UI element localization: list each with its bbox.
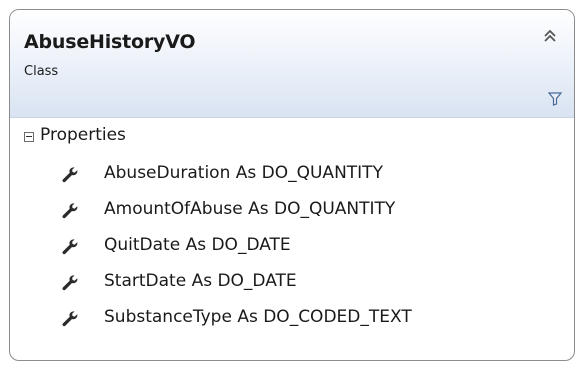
wrench-icon [62,311,78,327]
property-item[interactable]: StartDate As DO_DATE [10,271,574,307]
property-label: StartDate As DO_DATE [104,271,297,291]
double-chevron-up-icon[interactable] [542,28,558,44]
class-name: AbuseHistoryVO [24,31,196,53]
wrench-icon [62,239,78,255]
section-label: Properties [40,125,126,145]
class-shape[interactable]: AbuseHistoryVO Class Properties AbuseDur… [9,9,575,361]
property-item[interactable]: AbuseDuration As DO_QUANTITY [10,163,574,199]
class-header: AbuseHistoryVO Class [10,10,574,118]
property-item[interactable]: SubstanceType As DO_CODED_TEXT [10,307,574,343]
wrench-icon [62,167,78,183]
property-label: QuitDate As DO_DATE [104,235,291,255]
filter-icon[interactable] [548,92,562,106]
property-label: AmountOfAbuse As DO_QUANTITY [104,199,396,219]
property-item[interactable]: AmountOfAbuse As DO_QUANTITY [10,199,574,235]
wrench-icon [62,203,78,219]
property-label: AbuseDuration As DO_QUANTITY [104,163,383,183]
minus-box-icon[interactable] [24,132,34,142]
properties-section: Properties AbuseDuration As DO_QUANTITY … [10,118,574,327]
properties-section-header[interactable]: Properties [10,125,574,157]
wrench-icon [62,275,78,291]
property-item[interactable]: QuitDate As DO_DATE [10,235,574,271]
class-stereotype: Class [24,64,59,79]
property-label: SubstanceType As DO_CODED_TEXT [104,307,412,327]
property-list: AbuseDuration As DO_QUANTITY AmountOfAbu… [10,163,574,343]
